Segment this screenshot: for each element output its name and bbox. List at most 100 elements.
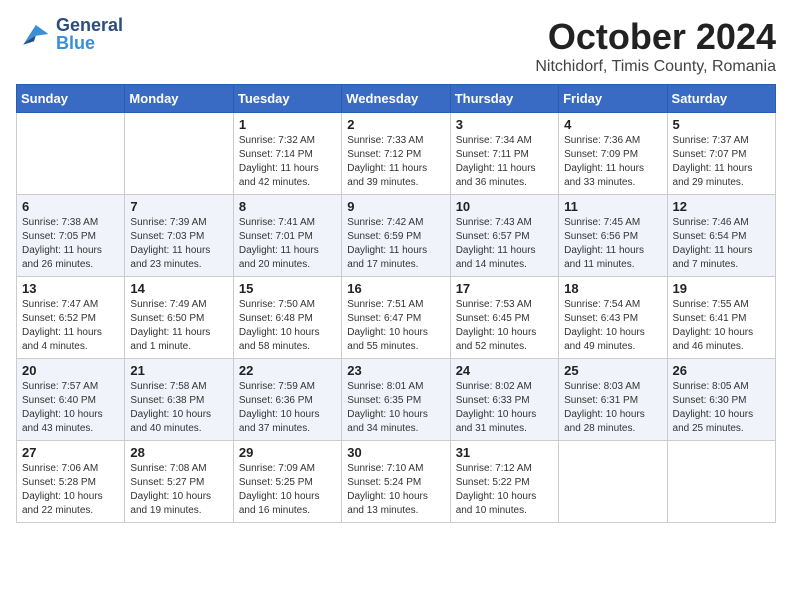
day-number: 11 (564, 199, 661, 214)
day-info: Sunrise: 8:01 AMSunset: 6:35 PMDaylight:… (347, 380, 444, 436)
day-cell: 1Sunrise: 7:32 AMSunset: 7:14 PMDaylight… (233, 113, 341, 195)
day-info: Sunrise: 7:34 AMSunset: 7:11 PMDaylight:… (456, 134, 553, 190)
column-header-wednesday: Wednesday (342, 85, 450, 113)
column-header-saturday: Saturday (667, 85, 775, 113)
day-info: Sunrise: 8:03 AMSunset: 6:31 PMDaylight:… (564, 380, 661, 436)
day-number: 31 (456, 445, 553, 460)
day-cell: 29 Sunrise: 7:09 AMSunset: 5:25 PMDayligh… (233, 441, 341, 523)
day-number: 25 (564, 363, 661, 378)
logo-blue-text: Blue (56, 34, 123, 52)
day-number: 28 (130, 445, 227, 460)
column-header-tuesday: Tuesday (233, 85, 341, 113)
day-number: 26 (673, 363, 770, 378)
day-cell: 17 Sunrise: 7:53 AMSunset: 6:45 PMDayligh… (450, 277, 558, 359)
logo-name: General Blue (56, 16, 123, 52)
logo-icon (16, 16, 52, 52)
day-cell (667, 441, 775, 523)
day-cell: 11Sunrise: 7:45 AMSunset: 6:56 PMDayligh… (559, 195, 667, 277)
column-header-sunday: Sunday (17, 85, 125, 113)
day-number: 4 (564, 117, 661, 132)
day-info: Sunrise: 7:38 AMSunset: 7:05 PMDaylight:… (22, 216, 119, 272)
day-cell: 20 Sunrise: 7:57 AMSunset: 6:40 PMDayligh… (17, 359, 125, 441)
day-number: 20 (22, 363, 119, 378)
day-cell: 18Sunrise: 7:54 AMSunset: 6:43 PMDayligh… (559, 277, 667, 359)
calendar-table: SundayMondayTuesdayWednesdayThursdayFrid… (16, 84, 776, 523)
week-row-3: 13 Sunrise: 7:47 AMSunset: 6:52 PMDayligh… (17, 277, 776, 359)
day-cell: 27Sunrise: 7:06 AMSunset: 5:28 PMDayligh… (17, 441, 125, 523)
day-cell: 8 Sunrise: 7:41 AMSunset: 7:01 PMDaylight… (233, 195, 341, 277)
day-number: 3 (456, 117, 553, 132)
calendar-header: SundayMondayTuesdayWednesdayThursdayFrid… (17, 85, 776, 113)
day-info: Sunrise: 7:06 AMSunset: 5:28 PMDaylight:… (22, 462, 119, 518)
column-header-friday: Friday (559, 85, 667, 113)
day-info: Sunrise: 7:42 AMSunset: 6:59 PMDaylight:… (347, 216, 444, 272)
location: Nitchidorf, Timis County, Romania (535, 58, 776, 76)
header-row: SundayMondayTuesdayWednesdayThursdayFrid… (17, 85, 776, 113)
day-number: 2 (347, 117, 444, 132)
day-number: 7 (130, 199, 227, 214)
week-row-2: 6 Sunrise: 7:38 AMSunset: 7:05 PMDaylight… (17, 195, 776, 277)
day-info: Sunrise: 7:57 AMSunset: 6:40 PMDaylight:… (22, 380, 119, 436)
title-block: October 2024 Nitchidorf, Timis County, R… (535, 16, 776, 76)
day-info: Sunrise: 7:53 AMSunset: 6:45 PMDaylight:… (456, 298, 553, 354)
week-row-5: 27Sunrise: 7:06 AMSunset: 5:28 PMDayligh… (17, 441, 776, 523)
day-info: Sunrise: 7:47 AMSunset: 6:52 PMDaylight:… (22, 298, 119, 354)
day-cell: 21Sunrise: 7:58 AMSunset: 6:38 PMDayligh… (125, 359, 233, 441)
day-number: 8 (239, 199, 336, 214)
day-info: Sunrise: 7:50 AMSunset: 6:48 PMDaylight:… (239, 298, 336, 354)
day-cell: 14Sunrise: 7:49 AMSunset: 6:50 PMDayligh… (125, 277, 233, 359)
day-number: 19 (673, 281, 770, 296)
day-info: Sunrise: 7:36 AMSunset: 7:09 PMDaylight:… (564, 134, 661, 190)
day-number: 16 (347, 281, 444, 296)
day-cell (17, 113, 125, 195)
day-cell: 16 Sunrise: 7:51 AMSunset: 6:47 PMDayligh… (342, 277, 450, 359)
day-info: Sunrise: 7:33 AMSunset: 7:12 PMDaylight:… (347, 134, 444, 190)
logo: General Blue (16, 16, 123, 52)
day-number: 1 (239, 117, 336, 132)
day-cell: 30 Sunrise: 7:10 AMSunset: 5:24 PMDayligh… (342, 441, 450, 523)
day-info: Sunrise: 7:10 AMSunset: 5:24 PMDaylight:… (347, 462, 444, 518)
day-number: 9 (347, 199, 444, 214)
day-number: 15 (239, 281, 336, 296)
day-cell: 24Sunrise: 8:02 AMSunset: 6:33 PMDayligh… (450, 359, 558, 441)
day-cell: 3 Sunrise: 7:34 AMSunset: 7:11 PMDaylight… (450, 113, 558, 195)
day-info: Sunrise: 7:39 AMSunset: 7:03 PMDaylight:… (130, 216, 227, 272)
day-cell: 19Sunrise: 7:55 AMSunset: 6:41 PMDayligh… (667, 277, 775, 359)
day-number: 22 (239, 363, 336, 378)
day-info: Sunrise: 8:02 AMSunset: 6:33 PMDaylight:… (456, 380, 553, 436)
day-cell: 26 Sunrise: 8:05 AMSunset: 6:30 PMDayligh… (667, 359, 775, 441)
day-cell: 6 Sunrise: 7:38 AMSunset: 7:05 PMDaylight… (17, 195, 125, 277)
day-number: 10 (456, 199, 553, 214)
day-cell: 10 Sunrise: 7:43 AMSunset: 6:57 PMDayligh… (450, 195, 558, 277)
day-number: 12 (673, 199, 770, 214)
day-info: Sunrise: 7:58 AMSunset: 6:38 PMDaylight:… (130, 380, 227, 436)
day-number: 6 (22, 199, 119, 214)
month-title: October 2024 (535, 16, 776, 58)
day-cell: 28Sunrise: 7:08 AMSunset: 5:27 PMDayligh… (125, 441, 233, 523)
day-info: Sunrise: 7:51 AMSunset: 6:47 PMDaylight:… (347, 298, 444, 354)
day-info: Sunrise: 7:41 AMSunset: 7:01 PMDaylight:… (239, 216, 336, 272)
day-info: Sunrise: 7:09 AMSunset: 5:25 PMDaylight:… (239, 462, 336, 518)
day-info: Sunrise: 7:37 AMSunset: 7:07 PMDaylight:… (673, 134, 770, 190)
day-cell: 7 Sunrise: 7:39 AMSunset: 7:03 PMDaylight… (125, 195, 233, 277)
day-number: 23 (347, 363, 444, 378)
day-info: Sunrise: 7:59 AMSunset: 6:36 PMDaylight:… (239, 380, 336, 436)
day-number: 13 (22, 281, 119, 296)
day-cell: 2 Sunrise: 7:33 AMSunset: 7:12 PMDaylight… (342, 113, 450, 195)
day-info: Sunrise: 7:12 AMSunset: 5:22 PMDaylight:… (456, 462, 553, 518)
day-cell: 25 Sunrise: 8:03 AMSunset: 6:31 PMDayligh… (559, 359, 667, 441)
week-row-1: 1Sunrise: 7:32 AMSunset: 7:14 PMDaylight… (17, 113, 776, 195)
day-cell: 5Sunrise: 7:37 AMSunset: 7:07 PMDaylight… (667, 113, 775, 195)
day-number: 29 (239, 445, 336, 460)
day-number: 30 (347, 445, 444, 460)
day-cell (559, 441, 667, 523)
day-cell: 12Sunrise: 7:46 AMSunset: 6:54 PMDayligh… (667, 195, 775, 277)
day-info: Sunrise: 8:05 AMSunset: 6:30 PMDaylight:… (673, 380, 770, 436)
column-header-monday: Monday (125, 85, 233, 113)
column-header-thursday: Thursday (450, 85, 558, 113)
day-cell: 13 Sunrise: 7:47 AMSunset: 6:52 PMDayligh… (17, 277, 125, 359)
day-info: Sunrise: 7:54 AMSunset: 6:43 PMDaylight:… (564, 298, 661, 354)
day-cell: 23 Sunrise: 8:01 AMSunset: 6:35 PMDayligh… (342, 359, 450, 441)
day-number: 17 (456, 281, 553, 296)
day-info: Sunrise: 7:43 AMSunset: 6:57 PMDaylight:… (456, 216, 553, 272)
